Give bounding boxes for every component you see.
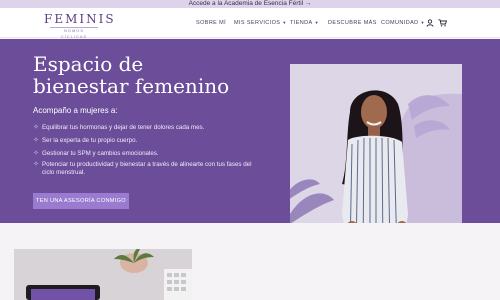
- benefit-item: ✧ Equilibrar tus hormonas y dejar de ten…: [33, 124, 263, 132]
- chevron-down-icon: ▼: [420, 20, 425, 25]
- benefit-text: Ser la experta de tu propio cuerpo.: [42, 137, 138, 144]
- nav-item-comunidad[interactable]: COMUNIDAD ▼: [381, 8, 425, 38]
- arrow-right-icon: →: [304, 0, 312, 7]
- benefit-text: Potenciar tu productividad y bienestar a…: [42, 161, 252, 176]
- sparkle-icon: ✧: [33, 124, 39, 131]
- hero-title: Espacio de bienestar femenino: [33, 53, 253, 97]
- content-section-preview: [0, 223, 500, 300]
- nav-item-mis-servicios[interactable]: MIS SERVICIOS ▼: [234, 8, 287, 38]
- workspace-image: [14, 249, 192, 300]
- cart-icon[interactable]: [438, 19, 448, 27]
- main-navbar: FEMINIS NOMOS CÍCLICAS SOBRE MÍ MIS SERV…: [0, 8, 500, 41]
- hero-title-line2: bienestar femenino: [33, 74, 230, 98]
- benefit-text: Equilibrar tus hormonas y dejar de tener…: [42, 124, 205, 131]
- book-consultation-button[interactable]: TEN UNA ASESORÍA CONMIGO: [33, 193, 129, 209]
- chevron-down-icon: ▼: [282, 20, 287, 25]
- user-icon[interactable]: [426, 19, 434, 27]
- nav-item-descubre-mas[interactable]: DESCUBRE MÁS: [328, 8, 377, 38]
- sparkle-icon: ✧: [33, 137, 39, 144]
- nav-item-label: TIENDA: [290, 20, 313, 26]
- chevron-down-icon: ▼: [314, 20, 319, 25]
- benefit-item: ✧ Gestionar tu SPM y cambios emocionales…: [33, 150, 263, 158]
- hero-subtitle: Acompaño a mujeres a:: [33, 106, 118, 115]
- announcement-text: Accede a la Academia de Esencia Fértil: [188, 0, 304, 7]
- sparkle-icon: ✧: [33, 161, 39, 168]
- announcement-bar[interactable]: Accede a la Academia de Esencia Fértil →: [0, 0, 500, 8]
- announcement-link[interactable]: Accede a la Academia de Esencia Fértil →: [0, 0, 500, 8]
- nav-item-label: DESCUBRE MÁS: [328, 20, 377, 26]
- benefit-item: ✧ Ser la experta de tu propio cuerpo.: [33, 137, 263, 145]
- benefit-text: Gestionar tu SPM y cambios emocionales.: [42, 150, 159, 157]
- nav-item-sobre-mi[interactable]: SOBRE MÍ: [196, 8, 226, 38]
- sparkle-icon: ✧: [33, 150, 39, 157]
- hero-title-line1: Espacio de: [33, 52, 144, 76]
- hero-section: Espacio de bienestar femenino Acompaño a…: [0, 39, 500, 257]
- nav-item-label: SOBRE MÍ: [196, 20, 227, 26]
- brand-name: FEMINIS: [44, 12, 116, 26]
- benefit-item: ✧ Potenciar tu productividad y bienestar…: [33, 161, 263, 177]
- nav-item-label: COMUNIDAD: [381, 20, 419, 26]
- nav-item-label: MIS SERVICIOS: [234, 20, 281, 26]
- brand-logo[interactable]: FEMINIS NOMOS CÍCLICAS: [44, 12, 116, 41]
- nav-item-tienda[interactable]: TIENDA ▼: [290, 8, 319, 38]
